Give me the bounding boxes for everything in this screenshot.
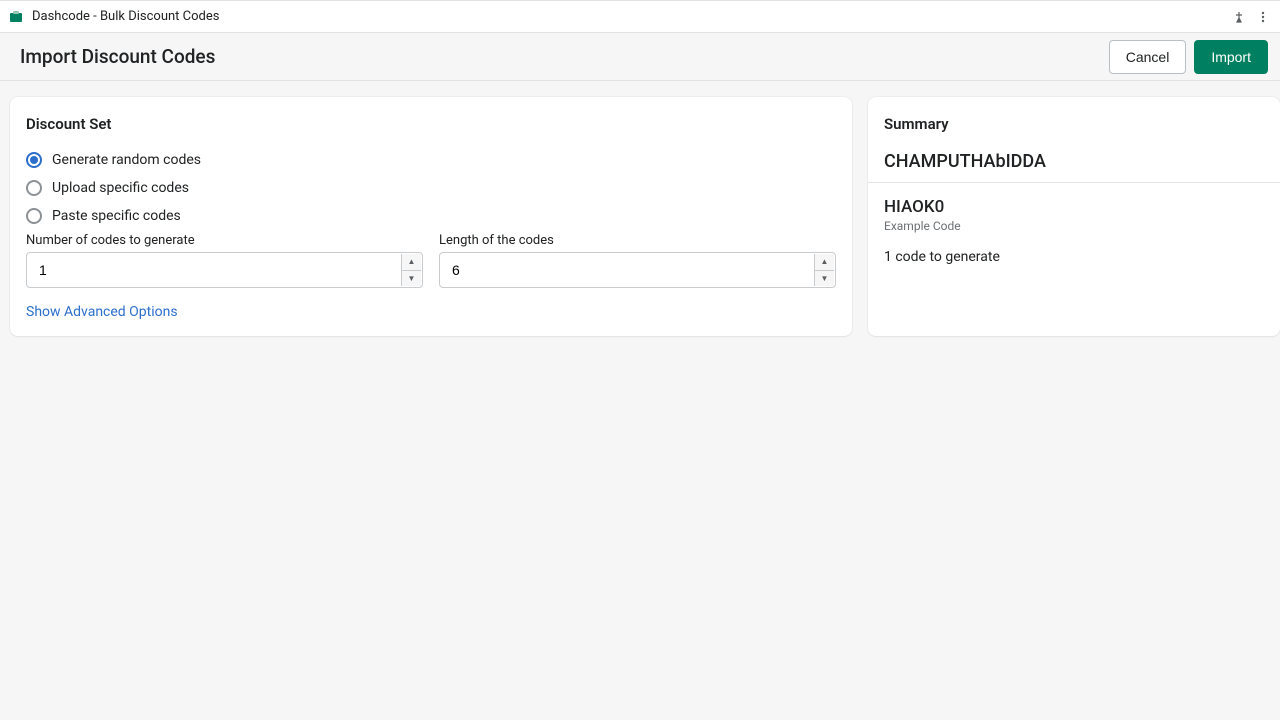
radio-icon [26,180,42,196]
length-col: Length of the codes ▲ ▼ [439,233,836,288]
length-input[interactable] [440,253,835,287]
app-bar-left: Dashcode - Bulk Discount Codes [8,9,219,25]
num-codes-down-button[interactable]: ▼ [402,271,421,287]
num-codes-spinner: ▲ ▼ [401,254,421,286]
length-input-wrap: ▲ ▼ [439,252,836,288]
summary-discount-name: CHAMPUTHAbIDDA [884,151,1264,172]
content: Discount Set Generate random codes Uploa… [0,81,1280,336]
num-codes-input[interactable] [27,253,422,287]
discount-set-card: Discount Set Generate random codes Uploa… [10,97,852,336]
length-down-button[interactable]: ▼ [815,271,834,287]
num-codes-col: Number of codes to generate ▲ ▼ [26,233,423,288]
num-codes-input-wrap: ▲ ▼ [26,252,423,288]
page-header: Import Discount Codes Cancel Import [0,33,1280,81]
pin-icon[interactable] [1232,10,1246,24]
radio-label: Upload specific codes [52,180,189,196]
summary-body: HIAOK0 Example Code 1 code to generate [868,182,1280,283]
radio-icon [26,208,42,224]
example-code-label: Example Code [884,219,1264,233]
inputs-row: Number of codes to generate ▲ ▼ Length o… [26,233,836,288]
summary-head: Summary CHAMPUTHAbIDDA [868,97,1280,182]
radio-label: Paste specific codes [52,208,181,224]
length-up-button[interactable]: ▲ [815,254,834,271]
generate-info: 1 code to generate [884,249,1264,265]
header-actions: Cancel Import [1109,40,1268,74]
radio-label: Generate random codes [52,152,201,168]
example-code: HIAOK0 [884,197,1264,217]
code-source-radio-group: Generate random codes Upload specific co… [26,149,836,227]
app-bar: Dashcode - Bulk Discount Codes [0,0,1280,33]
app-logo-icon [8,9,24,25]
import-button[interactable]: Import [1194,40,1268,74]
radio-icon [26,152,42,168]
show-advanced-link[interactable]: Show Advanced Options [26,304,178,320]
more-icon[interactable] [1256,10,1270,24]
radio-upload-specific[interactable]: Upload specific codes [26,177,836,199]
summary-card: Summary CHAMPUTHAbIDDA HIAOK0 Example Co… [868,97,1280,336]
length-spinner: ▲ ▼ [814,254,834,286]
length-label: Length of the codes [439,233,836,248]
app-bar-right [1232,10,1272,24]
summary-title: Summary [884,115,1264,133]
num-codes-up-button[interactable]: ▲ [402,254,421,271]
cancel-button[interactable]: Cancel [1109,40,1187,74]
num-codes-label: Number of codes to generate [26,233,423,248]
radio-paste-specific[interactable]: Paste specific codes [26,205,836,227]
page-title: Import Discount Codes [20,45,215,68]
app-title: Dashcode - Bulk Discount Codes [32,9,219,24]
radio-generate-random[interactable]: Generate random codes [26,149,836,171]
discount-set-title: Discount Set [26,115,836,133]
